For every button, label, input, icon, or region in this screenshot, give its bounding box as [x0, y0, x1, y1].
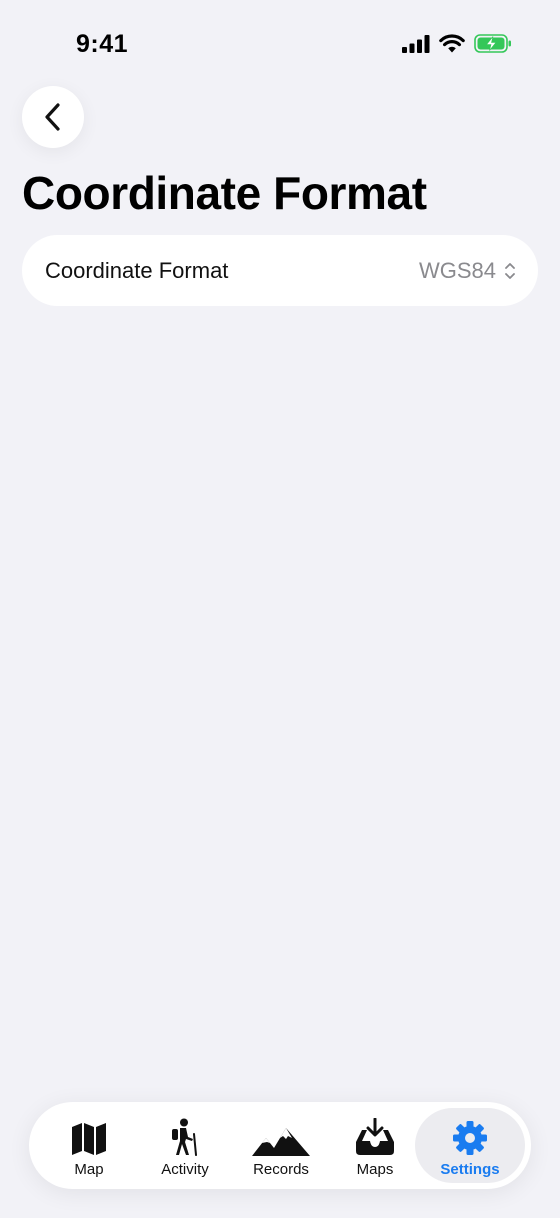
battery-charging-icon [474, 34, 511, 53]
status-time: 9:41 [76, 30, 129, 58]
back-button[interactable] [22, 86, 84, 148]
cellular-signal-icon [402, 34, 430, 53]
status-icons [402, 34, 512, 53]
tab-map[interactable]: Map [41, 1108, 137, 1183]
tab-settings[interactable]: Settings [415, 1108, 525, 1183]
tab-activity[interactable]: Activity [137, 1108, 233, 1183]
setting-value-group[interactable]: WGS84 [419, 258, 516, 284]
tab-label: Map [74, 1161, 104, 1178]
map-icon [72, 1123, 106, 1155]
status-bar: 9:41 [0, 0, 560, 90]
hiker-icon [172, 1118, 197, 1156]
wifi-icon [439, 34, 465, 53]
tab-label: Activity [161, 1161, 209, 1178]
setting-label: Coordinate Format [45, 257, 229, 283]
tab-bar: Map Activity Records Maps Settings [29, 1102, 531, 1189]
tab-label: Maps [356, 1161, 394, 1178]
chevron-up-down-icon [505, 262, 515, 279]
coordinate-format-picker[interactable]: Coordinate Format WGS84 [22, 235, 538, 306]
page-title: Coordinate Format [22, 167, 427, 219]
tray-download-icon [356, 1118, 394, 1155]
setting-value: WGS84 [418, 257, 496, 283]
chevron-left-icon [45, 103, 60, 131]
tab-label: Settings [440, 1161, 500, 1178]
tab-records[interactable]: Records [233, 1108, 329, 1183]
tab-maps[interactable]: Maps [329, 1108, 421, 1183]
mountains-icon [252, 1128, 310, 1156]
tab-label: Records [253, 1161, 309, 1178]
gear-icon [453, 1121, 487, 1155]
